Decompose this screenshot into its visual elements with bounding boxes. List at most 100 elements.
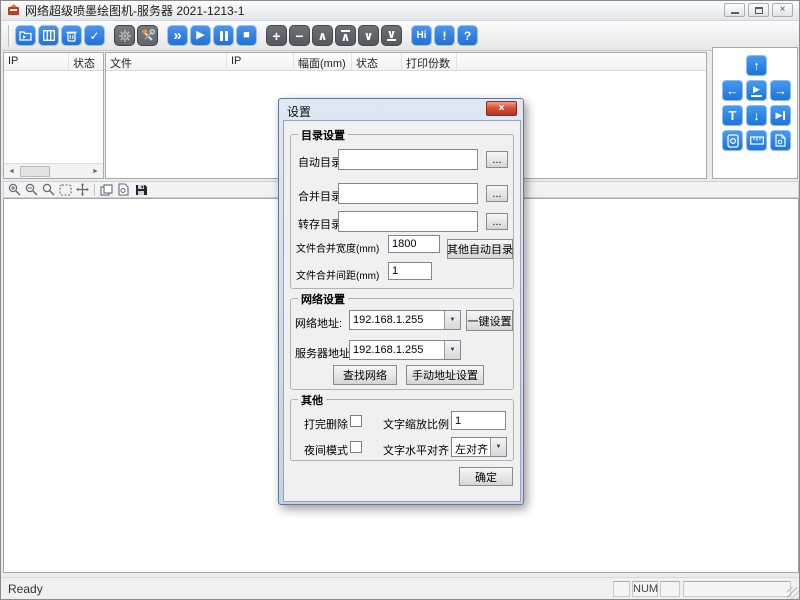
help-button[interactable]: ? [457, 25, 478, 46]
text-align-label: 文字水平对齐 [383, 442, 449, 458]
column-header-copies[interactable]: 打印份数 [402, 53, 457, 70]
save-floppy-icon [135, 184, 147, 196]
merge-width-label: 文件合并宽度(mm) [296, 240, 379, 255]
jog-up-button[interactable]: ↑ [746, 55, 767, 76]
alert-button[interactable]: ! [434, 25, 455, 46]
print-test-button[interactable]: ▶ [746, 80, 767, 101]
column-header-status[interactable]: 状态 [352, 53, 402, 70]
chevron-down-icon[interactable]: ▼ [444, 311, 460, 329]
move-to-top-button[interactable]: ∧ [335, 25, 356, 46]
dialog-close-button[interactable]: × [486, 101, 517, 116]
move-down-button[interactable]: ∨ [358, 25, 379, 46]
text-align-combobox[interactable]: 左对齐 ▼ [451, 437, 507, 457]
settings-dialog: 设置 × 目录设置 自动目录 ... 合并目录 ... 转存目录 ... 文件合… [278, 98, 524, 505]
pan-move-icon [76, 183, 89, 196]
network-group-label: 网络设置 [298, 291, 348, 307]
status-pane [683, 581, 791, 597]
stop-icon: ■ [243, 30, 250, 41]
other-auto-dir-button[interactable]: 其他自动目录 [447, 239, 513, 259]
remove-button[interactable]: − [289, 25, 310, 46]
selection-rect-icon [59, 184, 72, 196]
add-button[interactable]: + [266, 25, 287, 46]
zoom-fit-button[interactable] [41, 183, 56, 197]
copy-icon [100, 184, 113, 196]
column-header-file[interactable]: 文件 [106, 53, 227, 70]
titlebar: 网络超级喷墨绘图机-服务器 2021-1213-1 × [1, 1, 799, 21]
confirm-button[interactable]: ✓ [84, 25, 105, 46]
maximize-icon [755, 7, 763, 14]
server-addr-combobox[interactable]: 192.168.1.255 ▼ [349, 340, 461, 360]
columns-view-button[interactable] [38, 25, 59, 46]
auto-dir-input[interactable] [338, 149, 478, 170]
jog-left-button[interactable]: ← [722, 80, 743, 101]
hi-label: Hi [417, 31, 427, 41]
net-addr-combobox[interactable]: 192.168.1.255 ▼ [349, 310, 461, 330]
scroll-right-icon[interactable]: ► [88, 164, 103, 179]
save-button[interactable] [133, 183, 148, 197]
column-header-status[interactable]: 状态 [69, 53, 103, 70]
column-header-ip[interactable]: IP [4, 53, 69, 70]
save-dir-browse-button[interactable]: ... [486, 213, 508, 230]
zoom-out-button[interactable] [24, 183, 39, 197]
pan-button[interactable] [75, 183, 90, 197]
ok-button[interactable]: 确定 [459, 467, 513, 486]
close-icon: × [780, 5, 786, 15]
move-to-bottom-button[interactable]: ∨ [381, 25, 402, 46]
server-addr-value: 192.168.1.255 [350, 341, 444, 359]
scroll-left-icon[interactable]: ◄ [4, 164, 19, 179]
stop-button[interactable]: ■ [236, 25, 257, 46]
text-tool-button[interactable]: T [722, 105, 743, 126]
minimize-button[interactable] [724, 3, 745, 17]
play-icon: ▶ [196, 30, 204, 41]
merge-gap-input[interactable] [388, 262, 432, 280]
find-network-button[interactable]: 查找网络 [333, 365, 397, 385]
settings-button[interactable] [114, 25, 135, 46]
copy-button[interactable] [99, 183, 114, 197]
open-file-button[interactable] [15, 25, 36, 46]
print-preview-button[interactable] [116, 183, 131, 197]
clients-hscrollbar[interactable]: ◄ ► [4, 163, 103, 178]
queue-header: 文件 IP 幅面(mm) 状态 打印份数 [106, 53, 706, 71]
status-text: Ready [8, 582, 43, 596]
play-button[interactable]: ▶ [190, 25, 211, 46]
pause-button[interactable] [213, 25, 234, 46]
status-bar: Ready NUM [1, 577, 800, 600]
open-folder-icon [19, 30, 32, 41]
jog-right-button[interactable]: → [770, 80, 791, 101]
close-button[interactable]: × [772, 3, 793, 17]
onekey-setup-button[interactable]: 一键设置 [466, 310, 513, 331]
zoom-in-button[interactable] [7, 183, 22, 197]
column-header-width[interactable]: 幅面(mm) [294, 53, 352, 70]
manual-address-button[interactable]: 手动地址设置 [406, 365, 484, 385]
fast-forward-button[interactable]: » [167, 25, 188, 46]
bottom-bar [387, 39, 396, 41]
hi-button[interactable]: Hi [411, 25, 432, 46]
chevron-down-icon[interactable]: ▼ [490, 438, 506, 456]
measure-button[interactable] [746, 130, 767, 151]
nozzle-check-button[interactable] [722, 130, 743, 151]
maximize-button[interactable] [748, 3, 769, 17]
chevron-down-icon[interactable]: ▼ [444, 341, 460, 359]
select-region-button[interactable] [58, 183, 73, 197]
delete-button[interactable] [61, 25, 82, 46]
night-mode-label: 夜间模式 [304, 442, 348, 458]
merge-dir-input[interactable] [338, 183, 478, 204]
column-header-ip[interactable]: IP [227, 53, 294, 70]
scrollbar-thumb[interactable] [20, 166, 50, 177]
tools-button[interactable] [137, 25, 158, 46]
auto-dir-browse-button[interactable]: ... [486, 151, 508, 168]
move-up-button[interactable]: ∧ [312, 25, 333, 46]
zoom-out-icon [25, 183, 38, 196]
merge-dir-browse-button[interactable]: ... [486, 185, 508, 202]
jog-down-button[interactable]: ↓ [746, 105, 767, 126]
report-button[interactable] [770, 130, 791, 151]
night-mode-checkbox[interactable] [350, 441, 362, 453]
skip-to-end-button[interactable]: ▶ [770, 105, 791, 126]
save-dir-input[interactable] [338, 211, 478, 232]
delete-after-checkbox[interactable] [350, 415, 362, 427]
merge-width-input[interactable] [388, 235, 440, 253]
magnifier-icon [42, 183, 55, 196]
clients-header: IP 状态 [4, 53, 103, 71]
resize-grip[interactable] [787, 587, 800, 600]
text-scale-input[interactable] [451, 411, 506, 430]
